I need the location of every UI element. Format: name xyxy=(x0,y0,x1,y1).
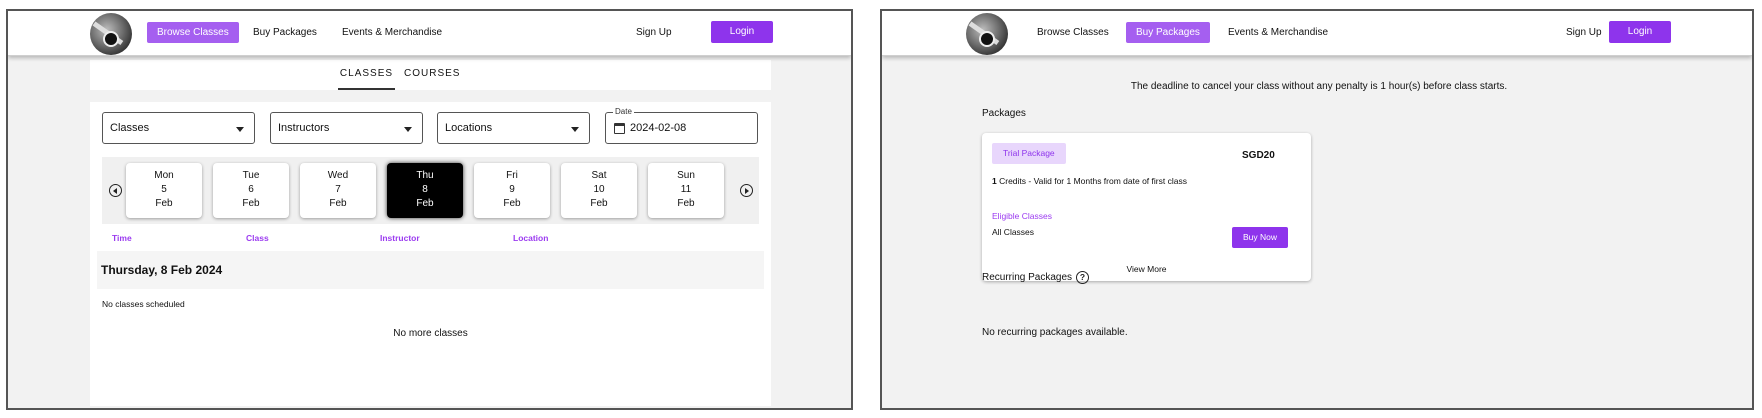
column-header-instructor[interactable]: Instructor xyxy=(380,233,420,243)
nav-sign-up[interactable]: Sign Up xyxy=(1556,22,1612,43)
calendar-icon xyxy=(614,123,625,134)
day-card-tue[interactable]: Tue 6 Feb xyxy=(213,163,289,218)
day-card-day: 7 xyxy=(335,184,341,195)
day-card-day: 10 xyxy=(593,184,605,195)
nav-browse-classes[interactable]: Browse Classes xyxy=(147,22,239,43)
view-tabs: CLASSES COURSES xyxy=(90,60,771,90)
day-card-mon[interactable]: Mon 5 Feb xyxy=(126,163,202,218)
date-field-value: 2024-02-08 xyxy=(630,122,687,134)
day-card-dow: Wed xyxy=(327,170,349,181)
column-header-time[interactable]: Time xyxy=(112,233,132,243)
caret-down-icon xyxy=(571,127,579,132)
caret-down-icon xyxy=(236,127,244,132)
date-field-label: Date xyxy=(613,107,634,116)
arrow-right-circle-icon[interactable] xyxy=(740,184,753,197)
column-header-class[interactable]: Class xyxy=(246,233,269,243)
locations-select-label: Locations xyxy=(445,122,493,134)
day-card-day: 9 xyxy=(509,184,515,195)
day-card-dow: Sun xyxy=(677,170,695,181)
top-navbar: Browse Classes Buy Packages Events & Mer… xyxy=(8,11,851,56)
day-card-day: 11 xyxy=(680,184,692,195)
instructors-select[interactable]: Instructors xyxy=(270,112,423,144)
instructors-select-label: Instructors xyxy=(278,122,330,134)
day-card-dow: Fri xyxy=(506,170,518,181)
day-card-month: Feb xyxy=(503,198,521,209)
no-more-classes-message: No more classes xyxy=(393,328,468,339)
package-card: Trial Package SGD20 1 Credits - Valid fo… xyxy=(982,133,1311,281)
day-card-month: Feb xyxy=(242,198,260,209)
recurring-packages-title: Recurring Packages xyxy=(982,272,1073,283)
column-header-location[interactable]: Location xyxy=(513,233,548,243)
day-card-dow: Mon xyxy=(154,170,174,181)
schedule-card: Classes Instructors Locations Date 2024-… xyxy=(90,102,771,406)
day-card-sat[interactable]: Sat 10 Feb xyxy=(561,163,637,218)
day-card-wed[interactable]: Wed 7 Feb xyxy=(300,163,376,218)
nav-browse-classes[interactable]: Browse Classes xyxy=(1027,22,1119,43)
packages-section-title: Packages xyxy=(982,108,1026,119)
day-card-thu[interactable]: Thu 8 Feb xyxy=(387,163,463,218)
day-card-sun[interactable]: Sun 11 Feb xyxy=(648,163,724,218)
day-card-month: Feb xyxy=(677,198,695,209)
package-description: 1 Credits - Valid for 1 Months from date… xyxy=(992,175,1192,188)
buy-packages-screen: Browse Classes Buy Packages Events & Mer… xyxy=(880,9,1754,410)
day-card-day: 5 xyxy=(161,184,167,195)
day-card-month: Feb xyxy=(416,198,434,209)
tab-classes[interactable]: CLASSES xyxy=(338,68,395,90)
browse-classes-screen: Browse Classes Buy Packages Events & Mer… xyxy=(6,9,853,410)
day-card-month: Feb xyxy=(329,198,347,209)
nav-sign-up[interactable]: Sign Up xyxy=(626,22,682,43)
help-circle-icon[interactable]: ? xyxy=(1076,271,1089,284)
no-recurring-message: No recurring packages available. xyxy=(982,327,1128,338)
caret-down-icon xyxy=(404,127,412,132)
date-field[interactable]: Date 2024-02-08 xyxy=(605,107,758,144)
day-card-dow: Sat xyxy=(591,170,607,181)
no-classes-message: No classes scheduled xyxy=(102,299,185,309)
nav-events-merchandise[interactable]: Events & Merchandise xyxy=(1218,22,1338,43)
login-button[interactable]: Login xyxy=(711,21,773,43)
day-section-title: Thursday, 8 Feb 2024 xyxy=(101,263,223,277)
day-card-dow: Tue xyxy=(242,170,260,181)
package-badge: Trial Package xyxy=(992,143,1066,164)
package-validity: Credits - Valid for 1 Months from date o… xyxy=(996,176,1187,186)
classes-select-label: Classes xyxy=(110,122,150,134)
locations-select[interactable]: Locations xyxy=(437,112,590,144)
classes-select[interactable]: Classes xyxy=(102,112,255,144)
logo[interactable] xyxy=(90,13,132,55)
day-card-dow: Thu xyxy=(416,170,434,181)
nav-events-merchandise[interactable]: Events & Merchandise xyxy=(332,22,452,43)
arrow-left-circle-icon[interactable] xyxy=(109,184,122,197)
login-button[interactable]: Login xyxy=(1609,21,1671,43)
day-card-month: Feb xyxy=(155,198,173,209)
eligible-classes-label: Eligible Classes xyxy=(992,211,1052,221)
tab-courses[interactable]: COURSES xyxy=(404,68,460,90)
day-card-month: Feb xyxy=(590,198,608,209)
cancellation-deadline-notice: The deadline to cancel your class withou… xyxy=(1130,81,1508,92)
week-day-picker: Mon 5 Feb Tue 6 Feb Wed 7 Feb Thu 8 Feb … xyxy=(102,157,759,224)
day-card-fri[interactable]: Fri 9 Feb xyxy=(474,163,550,218)
day-section-header: Thursday, 8 Feb 2024 xyxy=(97,251,764,289)
top-navbar: Browse Classes Buy Packages Events & Mer… xyxy=(882,11,1752,56)
day-card-day: 6 xyxy=(248,184,254,195)
logo[interactable] xyxy=(966,13,1008,55)
package-price: SGD20 xyxy=(1242,150,1275,161)
buy-now-button[interactable]: Buy Now xyxy=(1232,227,1288,248)
day-card-day: 8 xyxy=(422,184,428,195)
nav-buy-packages[interactable]: Buy Packages xyxy=(1126,22,1210,43)
nav-buy-packages[interactable]: Buy Packages xyxy=(243,22,327,43)
eligible-classes-value: All Classes xyxy=(992,227,1035,237)
